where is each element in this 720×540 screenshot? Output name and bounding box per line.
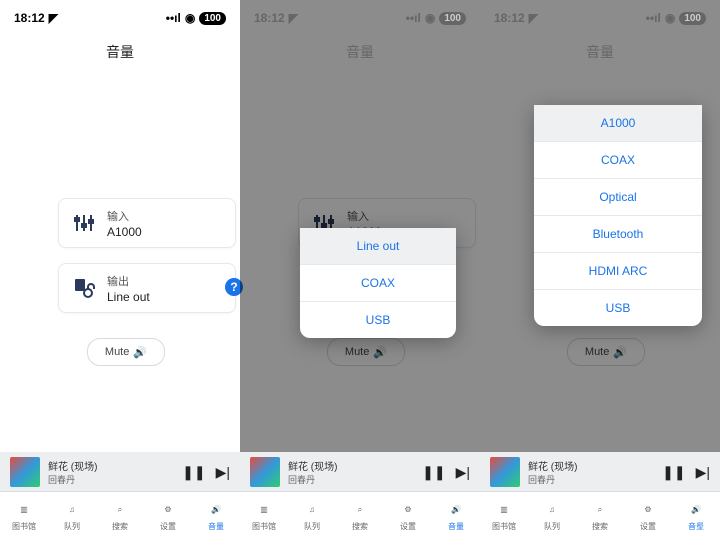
signal-icon: ••ıl [166, 11, 181, 25]
option-hdmiarc[interactable]: HDMI ARC [534, 253, 702, 290]
pause-icon[interactable]: ❚❚ [662, 464, 685, 481]
next-icon[interactable]: ▶| [696, 464, 710, 481]
tab-volume[interactable]: 🔊音量 [192, 492, 240, 540]
tab-volume[interactable]: 🔊音量 [432, 492, 480, 540]
sliders-icon [69, 208, 99, 238]
now-playing-bar[interactable]: 鲜花 (现场)回春丹 ❚❚ ▶| [0, 452, 240, 492]
album-art [10, 457, 40, 487]
tab-settings[interactable]: ⚙设置 [144, 492, 192, 540]
mute-button[interactable]: Mute🔊 [87, 338, 165, 366]
track-title: 鲜花 (现场) [48, 458, 182, 473]
tab-settings[interactable]: ⚙设置 [384, 492, 432, 540]
pause-icon[interactable]: ❚❚ [422, 464, 445, 481]
tab-bar: ▥图书馆 ♫队列 ⌕搜索 ⚙设置 🔊音量 [240, 491, 480, 540]
battery-icon: 100 [199, 12, 226, 25]
option-coax[interactable]: COAX [534, 142, 702, 179]
tab-search[interactable]: ⌕搜索 [336, 492, 384, 540]
phone-screen-2: 18:12◤••ıl◉100 音量 输入A1000 Mute🔊 Line out… [240, 0, 480, 540]
tab-search[interactable]: ⌕搜索 [96, 492, 144, 540]
option-usb[interactable]: USB [300, 302, 456, 338]
tab-library[interactable]: ▥图书馆 [0, 492, 48, 540]
tab-settings[interactable]: ⚙设置 [624, 492, 672, 540]
option-optical[interactable]: Optical [534, 179, 702, 216]
phone-screen-3: 18:12◤••ıl◉100 音量 Mute🔊 A1000 COAX Optic… [480, 0, 720, 540]
output-card[interactable]: 输出Line out ? [58, 263, 236, 313]
status-bar: 18:12◤••ıl◉100 [240, 0, 480, 36]
tab-bar: ▥图书馆 ♫队列 ⌕搜索 ⚙设置 🔊音量 [0, 491, 240, 540]
status-time: 18:12 [14, 11, 45, 25]
next-icon[interactable]: ▶| [456, 464, 470, 481]
library-icon: ▥ [15, 501, 33, 519]
output-options-popup: Line out COAX USB [300, 228, 456, 338]
tab-search[interactable]: ⌕搜索 [576, 492, 624, 540]
phone-screen-1: 18:12◤ ••ıl◉100 音量 输入A1000 输出Line out ? … [0, 0, 240, 540]
page-title: 音量 [480, 36, 720, 68]
speaker-icon: 🔊 [133, 346, 147, 359]
output-label: 输出 [107, 273, 150, 289]
option-coax[interactable]: COAX [300, 265, 456, 302]
location-icon: ◤ [49, 11, 58, 25]
pause-icon[interactable]: ❚❚ [182, 464, 205, 481]
tab-bar: ▥图书馆 ♫队列 ⌕搜索 ⚙设置 🔊音量 [480, 491, 720, 540]
queue-icon: ♫ [63, 501, 81, 519]
tab-library[interactable]: ▥图书馆 [240, 492, 288, 540]
output-icon [69, 273, 99, 303]
tab-queue[interactable]: ♫队列 [528, 492, 576, 540]
input-card[interactable]: 输入A1000 [58, 198, 236, 248]
input-label: 输入 [107, 208, 142, 224]
wifi-icon: ◉ [185, 11, 195, 25]
watermark: 新浪众测 [696, 514, 716, 536]
input-value: A1000 [107, 225, 142, 239]
gear-icon: ⚙ [159, 501, 177, 519]
option-usb[interactable]: USB [534, 290, 702, 326]
option-a1000[interactable]: A1000 [534, 105, 702, 142]
option-lineout[interactable]: Line out [300, 228, 456, 265]
input-options-popup: A1000 COAX Optical Bluetooth HDMI ARC US… [534, 105, 702, 326]
page-title: 音量 [240, 36, 480, 68]
tab-library[interactable]: ▥图书馆 [480, 492, 528, 540]
volume-icon: 🔊 [207, 501, 225, 519]
output-value: Line out [107, 290, 150, 304]
track-artist: 回春丹 [48, 473, 182, 486]
now-playing-bar[interactable]: 鲜花 (现场)回春丹❚❚▶| [240, 452, 480, 492]
status-bar: 18:12◤••ıl◉100 [480, 0, 720, 36]
option-bluetooth[interactable]: Bluetooth [534, 216, 702, 253]
page-title: 音量 [0, 36, 240, 68]
status-bar: 18:12 ◤ ••ıl ◉ 100 [0, 0, 240, 36]
tab-queue[interactable]: ♫队列 [288, 492, 336, 540]
search-icon: ⌕ [111, 501, 129, 519]
next-icon[interactable]: ▶| [216, 464, 230, 481]
now-playing-bar[interactable]: 鲜花 (现场)回春丹❚❚▶| [480, 452, 720, 492]
tab-queue[interactable]: ♫队列 [48, 492, 96, 540]
